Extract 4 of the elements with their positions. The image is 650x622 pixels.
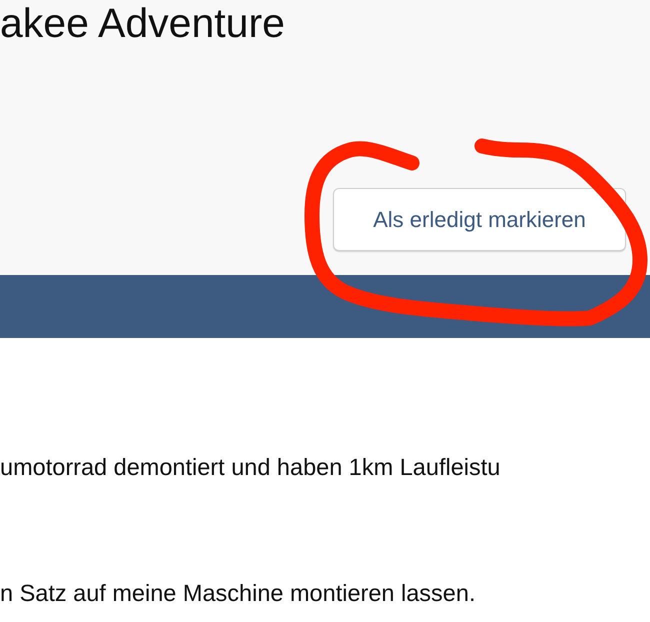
paragraph: n Satz auf meine Maschine montieren lassen. xyxy=(0,579,476,608)
mark-done-button[interactable]: Als erledigt markieren xyxy=(333,188,626,251)
paragraph: umotorrad demontiert und haben 1km Laufleistu xyxy=(0,453,502,482)
page-title: akee Adventure xyxy=(0,0,286,46)
